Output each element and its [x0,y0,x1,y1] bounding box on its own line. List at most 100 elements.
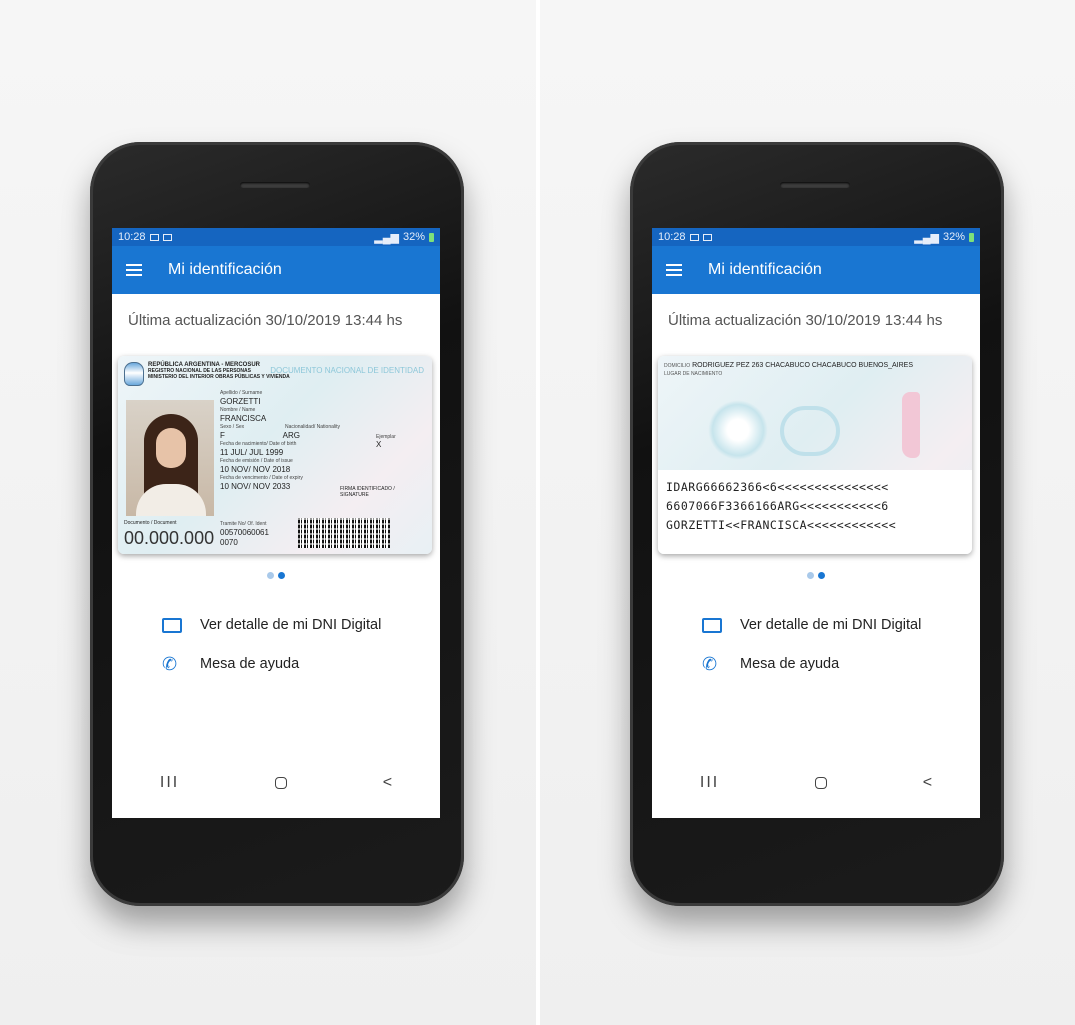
sex-value: F [220,431,225,440]
battery-level: 32% [402,231,425,243]
status-time: 10:28 [118,231,146,243]
help-desk-label: Mesa de ayuda [740,656,840,672]
android-nav-bar: III < [652,768,980,798]
issue-value: 10 NOV/ NOV 2018 [220,465,291,474]
fingerprint-blur [708,400,768,460]
security-artwork [658,382,972,470]
battery-icon [969,232,974,242]
card-doc-type: DOCUMENTO NACIONAL DE IDENTIDAD [270,366,424,375]
page-dot[interactable] [807,572,814,579]
tramite-number: 00570060061 [220,528,269,537]
card-header: REPÚBLICA ARGENTINA - MERCOSUR REGISTRO … [124,362,424,386]
hamburger-menu-icon[interactable] [126,264,142,276]
id-card-icon [162,617,182,633]
app-title: Mi identificación [168,261,282,278]
help-desk-button[interactable]: ✆ Mesa de ayuda [702,654,840,674]
surname-value: GORZETTI [220,397,261,406]
page-indicator [652,566,980,584]
status-time: 10:28 [658,231,686,243]
page-dot-active[interactable] [818,572,825,579]
phone-icon: ✆ [702,654,718,674]
card-fields: Apellido / Surname GORZETTI Nombre / Nam… [220,390,340,492]
view-dni-detail-label: Ver detalle de mi DNI Digital [740,617,922,633]
page-dot-active[interactable] [278,572,285,579]
surname-label: Apellido / Surname [220,390,263,396]
dni-card-front[interactable]: REPÚBLICA ARGENTINA - MERCOSUR REGISTRO … [118,356,432,554]
home-icon[interactable] [814,777,827,789]
card-back-header: DOMICILIO RODRIGUEZ PEZ 263 CHACABUCO CH… [664,362,964,378]
phone-speaker [240,182,310,188]
document-label: Documento / Document [124,520,177,526]
recent-apps-icon[interactable]: III [160,774,179,792]
battery-level: 32% [942,231,965,243]
status-bar: 10:28 ▂▄▆ 32% [652,228,980,246]
back-icon[interactable]: < [923,774,932,792]
id-card-icon [702,617,722,633]
name-label: Nombre / Name [220,407,256,413]
sex-label: Sexo / Sex [220,424,245,430]
view-dni-detail-label: Ver detalle de mi DNI Digital [200,617,382,633]
signature-label: FIRMA IDENTIFICADO / SIGNATURE [340,486,395,498]
view-dni-detail-button[interactable]: Ver detalle de mi DNI Digital [162,617,381,633]
expiry-label: Fecha de vencimento / Date of expiry [220,475,303,481]
tramite-label: Tramite No/ Of. Ident [220,521,267,527]
view-dni-detail-button[interactable]: Ver detalle de mi DNI Digital [702,617,921,633]
last-updated-text: Última actualización 30/10/2019 13:44 hs [128,312,403,329]
nationality-value: ARG [282,431,300,440]
back-icon[interactable]: < [383,774,392,792]
phone-device: 10:28 ▂▄▆ 32% Mi identificación Última a… [90,142,464,906]
right-photo-panel: 10:28 ▂▄▆ 32% Mi identificación Última a… [540,0,1075,1025]
hamburger-menu-icon[interactable] [666,264,682,276]
copy-value: X [376,440,382,449]
argentina-seal-icon [124,362,144,386]
birth-label: Fecha de nacimiento/ Date of birth [220,441,297,447]
nationality-label: Nacionalidad/ Nationality [284,424,340,430]
phone-device: 10:28 ▂▄▆ 32% Mi identificación Última a… [630,142,1004,906]
android-nav-bar: III < [112,768,440,798]
tramite-field: Tramite No/ Of. Ident 00570060061 0070 [220,520,269,548]
card-ministry: MINISTERIO DEL INTERIOR OBRAS PÚBLICAS Y… [148,374,290,380]
signal-icon: ▂▄▆ [914,231,939,244]
battery-icon [429,232,434,242]
phone-speaker [780,182,850,188]
address-value: RODRIGUEZ PEZ 263 CHACABUCO CHACABUCO BU… [692,362,914,369]
dni-card-back[interactable]: DOMICILIO RODRIGUEZ PEZ 263 CHACABUCO CH… [658,356,972,554]
page-dot[interactable] [267,572,274,579]
page-indicator [112,566,440,584]
screen-notification-icon [702,233,712,241]
copy-field: Ejemplar X [376,434,396,450]
recent-apps-icon[interactable]: III [700,774,719,792]
tramite-extra: 0070 [220,538,238,547]
holder-photo [126,400,214,516]
phone-screen: 10:28 ▂▄▆ 32% Mi identificación Última a… [112,228,440,818]
phone-icon: ✆ [162,654,178,674]
document-number: 00.000.000 [124,528,215,548]
birth-value: 11 JUL/ JUL 1999 [220,448,284,457]
app-bar: Mi identificación [112,246,440,294]
expiry-value: 10 NOV/ NOV 2033 [220,482,291,491]
security-ring [780,406,840,456]
name-value: FRANCISCA [220,414,267,423]
help-desk-label: Mesa de ayuda [200,656,300,672]
phone-screen: 10:28 ▂▄▆ 32% Mi identificación Última a… [652,228,980,818]
status-bar: 10:28 ▂▄▆ 32% [112,228,440,246]
left-photo-panel: 10:28 ▂▄▆ 32% Mi identificación Última a… [0,0,536,1025]
mrz-line-2: 6607066F3366166ARG<<<<<<<<<<<6 [666,499,889,513]
help-desk-button[interactable]: ✆ Mesa de ayuda [162,654,300,674]
mrz-line-3: GORZETTI<<FRANCISCA<<<<<<<<<<<< [666,518,897,532]
home-icon[interactable] [274,777,287,789]
signal-icon: ▂▄▆ [374,231,399,244]
screen-notification-icon [162,233,172,241]
pdf417-barcode [298,518,390,548]
gallery-notification-icon [689,233,699,241]
mrz-line-1: IDARG66662366<6<<<<<<<<<<<<<<< [666,480,889,494]
issue-label: Fecha de emisión / Date of issue [220,458,293,464]
machine-readable-zone: IDARG66662366<6<<<<<<<<<<<<<<< 6607066F3… [658,470,972,554]
address-label: DOMICILIO [664,363,691,369]
app-title: Mi identificación [708,261,822,278]
birthplace-label: LUGAR DE NACIMIENTO [664,371,723,377]
last-updated-text: Última actualización 30/10/2019 13:44 hs [668,312,943,329]
app-bar: Mi identificación [652,246,980,294]
argentina-map-icon [902,392,920,458]
gallery-notification-icon [149,233,159,241]
